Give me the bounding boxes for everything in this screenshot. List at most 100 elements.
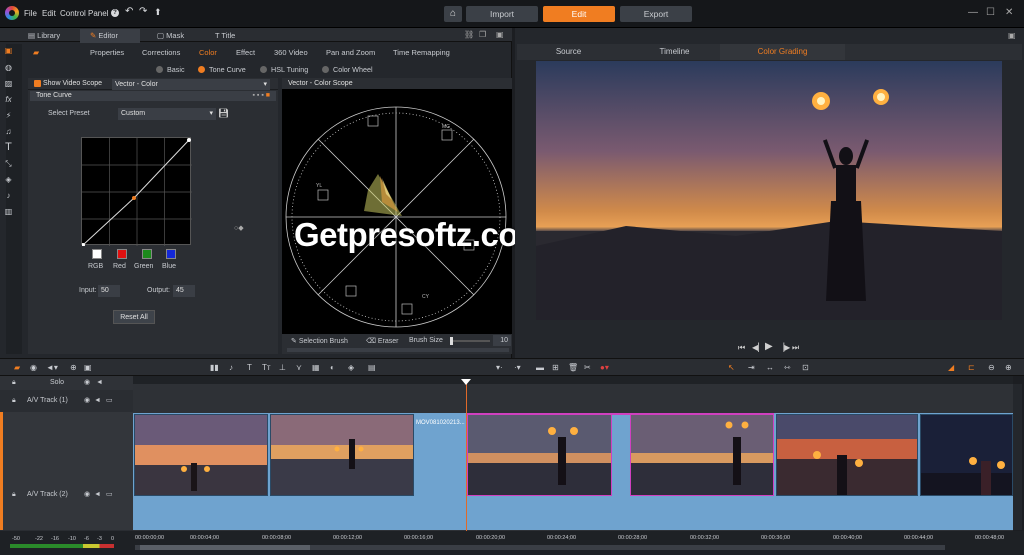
motion-icon[interactable]: ⚡: [4, 111, 13, 120]
speaker-icon[interactable]: ◄: [96, 376, 103, 390]
scrollbar-thumb[interactable]: [140, 545, 310, 550]
audio-wave-icon[interactable]: ▮▮: [210, 363, 219, 372]
to-start-icon[interactable]: ⏮: [738, 343, 745, 353]
mode-tone-curve[interactable]: Tone Curve: [198, 65, 246, 74]
lock-icon[interactable]: 🔒︎: [12, 394, 16, 408]
copy-icon[interactable]: ❐: [479, 30, 486, 39]
tab-library[interactable]: ▤ Library: [18, 29, 88, 43]
tab-timeline[interactable]: Timeline: [612, 44, 737, 60]
step-back-icon[interactable]: ◀▏: [752, 343, 764, 352]
track-2-header[interactable]: [0, 412, 133, 530]
snapshot-icon[interactable]: ◈: [348, 363, 354, 372]
monitor-icon[interactable]: ▭: [106, 488, 113, 502]
channel-green-swatch[interactable]: [142, 249, 152, 259]
tab-pan-zoom[interactable]: Pan and Zoom: [326, 48, 375, 57]
rolling-tool-icon[interactable]: ⇿: [784, 363, 791, 372]
solo-label[interactable]: Solo: [50, 376, 64, 390]
tab-color-grading[interactable]: Color Grading: [720, 44, 845, 60]
mode-hsl-tuning[interactable]: HSL Tuning: [260, 65, 308, 74]
timeline-vertical-scrollbar[interactable]: [1013, 384, 1022, 530]
curve-point-icon[interactable]: ○◆: [234, 224, 244, 232]
pan-icon[interactable]: ⤡: [4, 159, 13, 168]
preset-select[interactable]: Custom ▾: [118, 108, 216, 120]
split-icon[interactable]: ⊥: [279, 363, 286, 372]
import-button[interactable]: Import: [466, 6, 538, 22]
fx-icon[interactable]: fx: [4, 95, 13, 104]
add-track-icon[interactable]: ⊕: [70, 363, 77, 372]
color-icon[interactable]: ◍: [4, 63, 13, 72]
snap-icon[interactable]: ◢: [948, 363, 954, 372]
transition-icon[interactable]: ▨: [4, 79, 13, 88]
title-text-icon[interactable]: Tт: [262, 363, 271, 372]
text-icon[interactable]: T: [4, 142, 13, 153]
color-tool-icon[interactable]: ◐: [330, 363, 335, 372]
output-field[interactable]: 45: [173, 285, 195, 297]
minimize-icon[interactable]: —: [968, 7, 978, 18]
timeline-ruler[interactable]: [133, 376, 1013, 384]
timeline-clip[interactable]: [630, 414, 774, 496]
track-view-icon[interactable]: ▣: [84, 363, 92, 372]
reset-all-button[interactable]: Reset All: [113, 310, 155, 324]
tab-mask[interactable]: ▢ Mask: [147, 29, 207, 43]
mode-color-wheel[interactable]: Color Wheel: [322, 65, 373, 74]
preview-menu-icon[interactable]: ▣: [1008, 31, 1016, 40]
storyboard-icon[interactable]: ▦: [312, 363, 320, 372]
panel-menu-icon[interactable]: ▣: [496, 30, 504, 39]
zoom-out-icon[interactable]: ⊖: [988, 363, 995, 372]
menu-edit[interactable]: Edit: [42, 9, 56, 18]
undo-icon[interactable]: ↶: [125, 6, 133, 17]
scope-scrollbar[interactable]: [287, 348, 509, 352]
visibility-icon[interactable]: ◉: [84, 376, 90, 390]
channel-rgb-swatch[interactable]: [92, 249, 102, 259]
to-end-icon[interactable]: ⏭: [792, 343, 799, 353]
playhead[interactable]: [466, 382, 467, 532]
visibility-icon[interactable]: ◉: [84, 488, 90, 502]
mode-basic[interactable]: Basic: [156, 65, 185, 74]
channel-red-swatch[interactable]: [117, 249, 127, 259]
export-button[interactable]: Export: [620, 6, 692, 22]
speaker-icon[interactable]: ◄: [94, 394, 101, 408]
redo-icon[interactable]: ↷: [139, 6, 147, 17]
pointer-tool-icon[interactable]: ↖: [728, 363, 735, 372]
tab-effect[interactable]: Effect: [236, 48, 255, 57]
track-settings-icon[interactable]: ▰: [14, 363, 20, 372]
selection-brush-tool[interactable]: ✎ Selection Brush: [291, 337, 348, 345]
close-icon[interactable]: ✕: [1005, 7, 1013, 18]
tab-360-video[interactable]: 360 Video: [274, 48, 308, 57]
timeline-clip[interactable]: [270, 414, 414, 496]
chapter-icon[interactable]: ▥: [4, 207, 13, 216]
audio-icon[interactable]: ♪: [4, 191, 13, 200]
monitor-icon[interactable]: ▭: [106, 394, 113, 408]
slider-handle[interactable]: [450, 337, 453, 345]
playhead-handle[interactable]: [461, 379, 471, 385]
ripple-icon[interactable]: ⊞: [552, 363, 559, 372]
speaker-icon[interactable]: ◄: [94, 488, 101, 502]
brush-size-slider[interactable]: [450, 337, 490, 345]
home-button[interactable]: ⌂: [444, 6, 462, 22]
timeline-clip[interactable]: [467, 414, 612, 496]
volume-icon[interactable]: ◄▾: [46, 363, 58, 372]
link-icon[interactable]: ⛓: [464, 30, 474, 39]
marker-left-icon[interactable]: ▾·: [496, 363, 503, 372]
filmstrip-icon[interactable]: ▤: [368, 363, 376, 372]
step-forward-icon[interactable]: ▕▶: [778, 343, 790, 352]
play-icon[interactable]: ▶: [765, 341, 773, 352]
timeline-clip[interactable]: [776, 414, 918, 496]
clip-marker-icon[interactable]: ▬: [536, 363, 544, 372]
slip-tool-icon[interactable]: ⇥: [748, 363, 755, 372]
tab-editor[interactable]: ✎ Editor: [80, 29, 140, 43]
scope-type-select[interactable]: Vector - Color ▾: [112, 79, 270, 90]
zoom-in-icon[interactable]: ⊕: [1005, 363, 1012, 372]
save-icon[interactable]: 💾︎: [218, 108, 229, 119]
maximize-icon[interactable]: ☐: [986, 7, 995, 18]
timeline-clip[interactable]: [920, 414, 1013, 496]
header-controls-icon[interactable]: ▪ ▪ ▪ ■: [252, 91, 270, 101]
layers-icon[interactable]: ◈: [4, 175, 13, 184]
upload-icon[interactable]: ⬆: [154, 7, 162, 18]
tab-title[interactable]: T Title: [205, 29, 265, 43]
lock-icon[interactable]: 🔒︎: [12, 376, 16, 390]
palette-icon[interactable]: ▣: [4, 46, 13, 55]
tone-curve-graph[interactable]: [81, 137, 192, 246]
preview-frame[interactable]: [536, 61, 1002, 320]
tab-time-remapping[interactable]: Time Remapping: [393, 48, 450, 57]
